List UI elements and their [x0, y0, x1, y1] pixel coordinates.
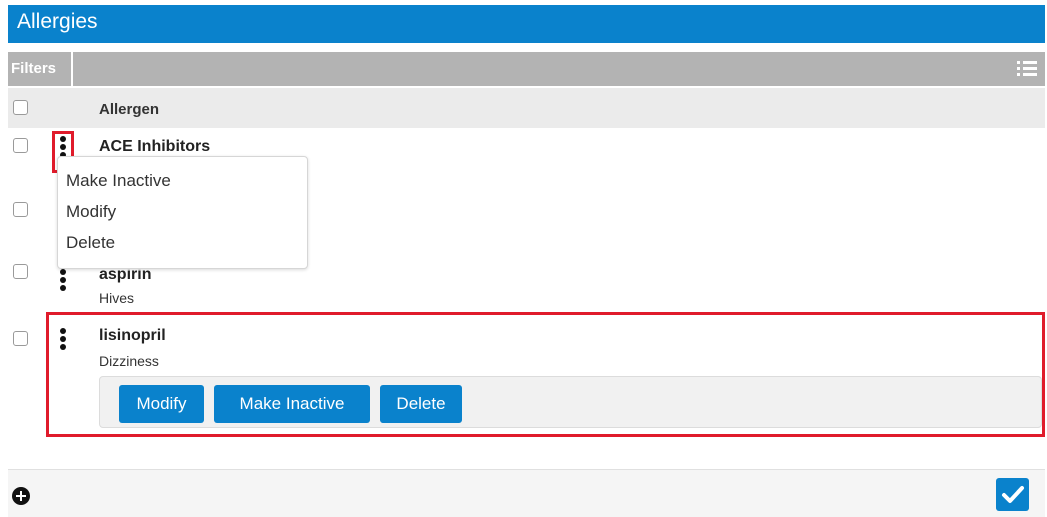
- toolbar-divider: [71, 52, 73, 86]
- modify-button[interactable]: Modify: [119, 385, 204, 423]
- kebab-menu-icon[interactable]: [60, 328, 66, 350]
- row-checkbox[interactable]: [13, 202, 28, 217]
- allergies-panel: Allergies Filters Allergen ACE Inhibitor…: [8, 5, 1045, 517]
- row-action-tray: Modify Make Inactive Delete: [99, 376, 1042, 428]
- menu-item-delete[interactable]: Delete: [66, 233, 115, 253]
- filters-button[interactable]: Filters: [8, 52, 69, 86]
- kebab-menu-icon[interactable]: [60, 269, 66, 291]
- row-checkbox[interactable]: [13, 138, 28, 153]
- menu-item-make-inactive[interactable]: Make Inactive: [66, 171, 171, 191]
- panel-footer: [8, 469, 1045, 517]
- row-checkbox[interactable]: [13, 264, 28, 279]
- row-context-menu: Make Inactive Modify Delete: [57, 156, 308, 269]
- column-header-allergen: Allergen: [99, 101, 160, 118]
- allergen-reaction: Dizziness: [99, 353, 159, 369]
- allergen-name: lisinopril: [99, 327, 166, 344]
- select-all-checkbox[interactable]: [13, 100, 28, 115]
- plus-circle-icon[interactable]: [12, 487, 30, 505]
- row-checkbox[interactable]: [13, 331, 28, 346]
- table-header: Allergen: [8, 88, 1045, 128]
- panel-title: Allergies: [17, 10, 98, 33]
- filter-toolbar: Filters: [8, 52, 1045, 86]
- allergen-reaction: Hives: [99, 290, 135, 306]
- menu-item-modify[interactable]: Modify: [66, 202, 116, 222]
- list-view-icon[interactable]: [1017, 61, 1037, 77]
- checkmark-icon: [1002, 486, 1024, 503]
- allergen-name: ACE Inhibitors: [99, 138, 211, 155]
- make-inactive-button[interactable]: Make Inactive: [214, 385, 370, 423]
- delete-button[interactable]: Delete: [380, 385, 462, 423]
- kebab-menu-icon[interactable]: [60, 136, 66, 158]
- panel-header: Allergies: [8, 5, 1045, 43]
- confirm-button[interactable]: [996, 478, 1029, 511]
